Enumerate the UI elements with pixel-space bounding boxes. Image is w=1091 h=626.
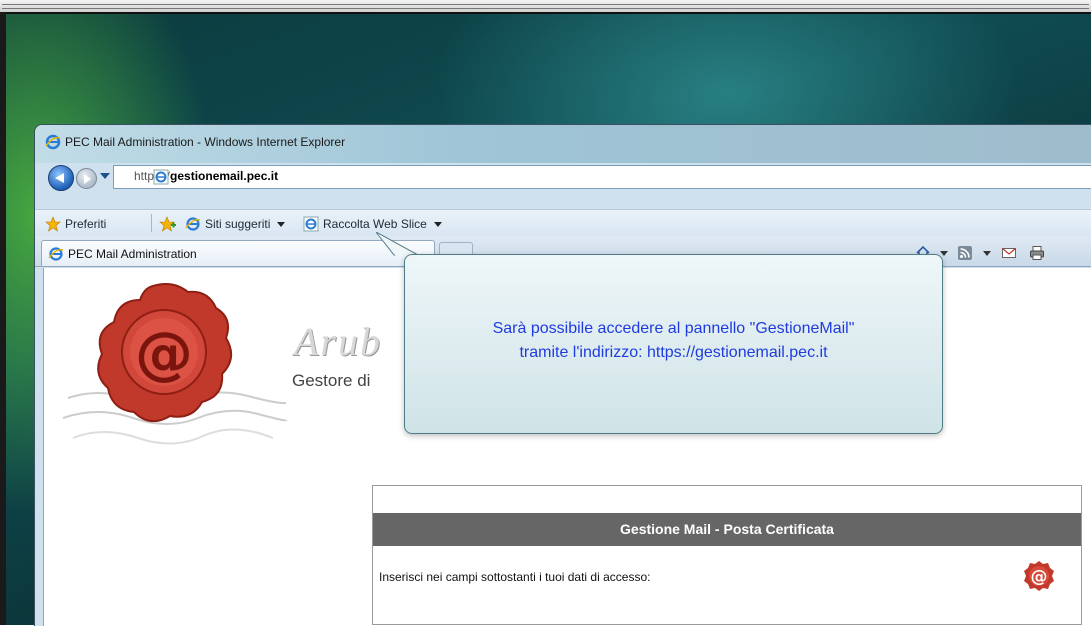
favorites-label: Preferiti: [65, 217, 107, 231]
window-title: PEC Mail Administration - Windows Intern…: [65, 135, 346, 149]
callout-text: Sarà possibile accedere al pannello "Ges…: [405, 317, 942, 365]
screen-frame-top: [0, 0, 1091, 14]
title-bar[interactable]: PEC Mail Administration - Windows Intern…: [35, 125, 1091, 163]
tab-label: PEC Mail Administration: [68, 247, 197, 261]
recent-pages-dropdown-icon[interactable]: [100, 173, 110, 179]
wax-seal-logo: @: [62, 283, 288, 445]
mail-icon[interactable]: [1001, 245, 1017, 261]
web-slice-gallery-button[interactable]: Raccolta Web Slice: [303, 216, 442, 232]
at-seal-icon: @: [1024, 561, 1054, 591]
callout-line-1: Sarà possibile accedere al pannello "Ges…: [492, 320, 855, 337]
suggested-sites-label: Siti suggeriti: [205, 217, 271, 231]
chevron-down-icon[interactable]: [983, 251, 991, 256]
ie-icon: [185, 217, 201, 231]
ie-icon: [45, 134, 61, 150]
star-icon: [45, 216, 61, 232]
chevron-down-icon: [277, 221, 286, 227]
add-favorite-star-icon: [159, 216, 176, 232]
favorites-separator: [151, 214, 152, 232]
favorites-button[interactable]: Preferiti: [45, 216, 106, 232]
brand-logo-text: Arub: [294, 319, 382, 364]
login-panel: Gestione Mail - Posta Certificata Inseri…: [372, 485, 1082, 625]
svg-text:@: @: [1031, 567, 1048, 587]
callout-line-2: tramite l'indirizzo: https://gestionemai…: [519, 344, 828, 361]
web-slice-icon: [303, 216, 319, 232]
back-button[interactable]: [48, 165, 74, 191]
panel-instruction: Inserisci nei campi sottostanti i tuoi d…: [379, 570, 651, 584]
chevron-down-icon[interactable]: [940, 251, 948, 256]
brand-subtitle: Gestore di: [292, 371, 371, 390]
address-bar[interactable]: https://gestionemail.pec.it: [113, 165, 1091, 189]
add-to-favorites-button[interactable]: [159, 216, 177, 232]
favorites-bar: Preferiti Siti suggeriti Raccolta Web Sl…: [35, 209, 1091, 236]
panel-title: Gestione Mail - Posta Certificata: [373, 513, 1081, 546]
info-callout: Sarà possibile accedere al pannello "Ges…: [404, 254, 943, 434]
ie-icon: [48, 247, 64, 261]
rss-feed-icon[interactable]: [957, 245, 973, 261]
chevron-down-icon: [433, 221, 442, 227]
page-icon: [153, 169, 169, 185]
forward-button[interactable]: [76, 168, 97, 189]
print-icon[interactable]: [1029, 245, 1045, 261]
suggested-sites-button[interactable]: Siti suggeriti: [185, 216, 286, 232]
svg-text:@: @: [135, 319, 193, 387]
callout-pointer: [376, 232, 419, 256]
web-slice-label: Raccolta Web Slice: [323, 217, 427, 231]
